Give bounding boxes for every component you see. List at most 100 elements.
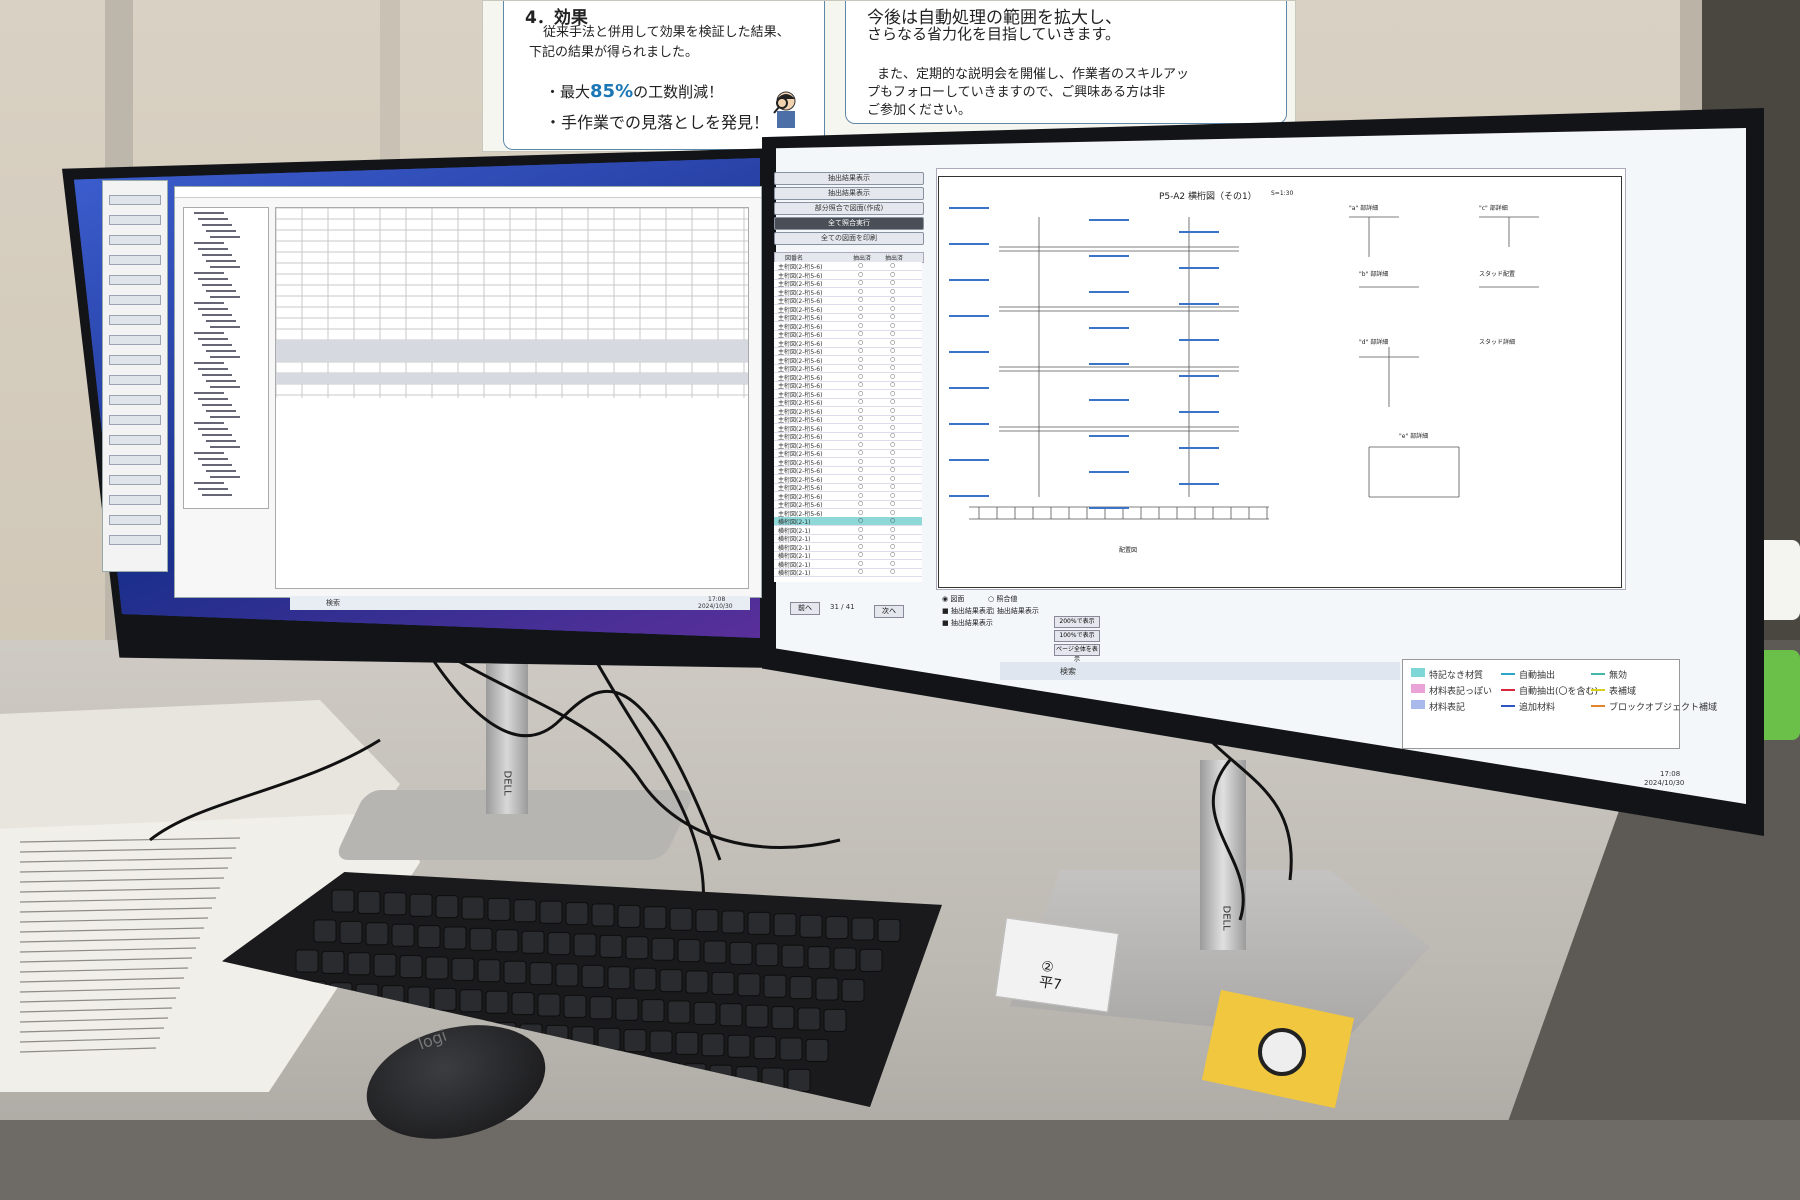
list-item-check-1[interactable]: ○ <box>858 330 863 337</box>
list-item-check-1[interactable]: ○ <box>858 517 863 524</box>
list-item-check-2[interactable]: ○ <box>890 432 895 439</box>
list-item-check-1[interactable]: ○ <box>858 424 863 431</box>
left-panel-button[interactable] <box>109 315 161 325</box>
list-item-check-2[interactable]: ○ <box>890 364 895 371</box>
list-item-check-1[interactable]: ○ <box>858 305 863 312</box>
list-item-check-2[interactable]: ○ <box>890 466 895 473</box>
list-item-check-2[interactable]: ○ <box>890 305 895 312</box>
left-panel-button[interactable] <box>109 415 161 425</box>
list-item-check-1[interactable]: ○ <box>858 458 863 465</box>
sidebar-button-0[interactable]: 抽出結果表示 <box>774 172 924 185</box>
left-panel-button[interactable] <box>109 335 161 345</box>
list-item-check-2[interactable]: ○ <box>890 322 895 329</box>
list-item-check-1[interactable]: ○ <box>858 475 863 482</box>
left-panel-button[interactable] <box>109 515 161 525</box>
list-item-check-1[interactable]: ○ <box>858 288 863 295</box>
list-item-check-1[interactable]: ○ <box>858 551 863 558</box>
left-panel-button[interactable] <box>109 475 161 485</box>
prev-button[interactable]: 前へ <box>790 602 820 615</box>
sidebar-button-1[interactable]: 抽出結果表示 <box>774 187 924 200</box>
list-item-check-1[interactable]: ○ <box>858 339 863 346</box>
list-item-check-2[interactable]: ○ <box>890 390 895 397</box>
list-item-check-2[interactable]: ○ <box>890 424 895 431</box>
list-item-check-2[interactable]: ○ <box>890 407 895 414</box>
list-item-check-2[interactable]: ○ <box>890 475 895 482</box>
left-panel-button[interactable] <box>109 215 161 225</box>
list-item-check-1[interactable]: ○ <box>858 415 863 422</box>
list-item-check-1[interactable]: ○ <box>858 568 863 575</box>
zoom-fit-button[interactable]: ページ全体を表示 <box>1054 644 1100 663</box>
list-item-check-2[interactable]: ○ <box>890 458 895 465</box>
list-item-check-2[interactable]: ○ <box>890 483 895 490</box>
list-item-check-2[interactable]: ○ <box>890 500 895 507</box>
list-item-check-1[interactable]: ○ <box>858 364 863 371</box>
list-item-check-2[interactable]: ○ <box>890 313 895 320</box>
list-item-check-2[interactable]: ○ <box>890 381 895 388</box>
sidebar-button-4[interactable]: 全ての図面を印刷 <box>774 232 924 245</box>
left-panel-button[interactable] <box>109 355 161 365</box>
list-item-check-1[interactable]: ○ <box>858 313 863 320</box>
list-item-check-1[interactable]: ○ <box>858 347 863 354</box>
list-item-check-1[interactable]: ○ <box>858 500 863 507</box>
left-panel-button[interactable] <box>109 295 161 305</box>
zoom-100-button[interactable]: 100%で表示 <box>1054 630 1100 642</box>
left-panel-button[interactable] <box>109 275 161 285</box>
left-panel-button[interactable] <box>109 255 161 265</box>
list-item-check-1[interactable]: ○ <box>858 407 863 414</box>
list-item-check-2[interactable]: ○ <box>890 288 895 295</box>
list-item-check-1[interactable]: ○ <box>858 279 863 286</box>
list-item-check-2[interactable]: ○ <box>890 373 895 380</box>
list-item-check-1[interactable]: ○ <box>858 390 863 397</box>
left-panel-button[interactable] <box>109 535 161 545</box>
list-item-check-1[interactable]: ○ <box>858 492 863 499</box>
left-panel-button[interactable] <box>109 455 161 465</box>
list-item-check-1[interactable]: ○ <box>858 271 863 278</box>
list-item-check-2[interactable]: ○ <box>890 415 895 422</box>
list-item-check-2[interactable]: ○ <box>890 526 895 533</box>
list-item-check-1[interactable]: ○ <box>858 560 863 567</box>
list-item-check-2[interactable]: ○ <box>890 517 895 524</box>
list-item-check-2[interactable]: ○ <box>890 330 895 337</box>
check-1[interactable]: ■ 抽出結果表示 <box>942 606 993 616</box>
list-item-check-1[interactable]: ○ <box>858 262 863 269</box>
list-item-check-1[interactable]: ○ <box>858 398 863 405</box>
list-item-check-2[interactable]: ○ <box>890 492 895 499</box>
list-item-check-2[interactable]: ○ <box>890 271 895 278</box>
list-item-check-2[interactable]: ○ <box>890 296 895 303</box>
list-item-check-1[interactable]: ○ <box>858 526 863 533</box>
list-item-check-2[interactable]: ○ <box>890 449 895 456</box>
left-panel-button[interactable] <box>109 375 161 385</box>
left-panel-button[interactable] <box>109 495 161 505</box>
list-item-check-2[interactable]: ○ <box>890 356 895 363</box>
left-panel-button[interactable] <box>109 395 161 405</box>
list-item-check-1[interactable]: ○ <box>858 534 863 541</box>
list-item-check-1[interactable]: ○ <box>858 432 863 439</box>
list-item-check-1[interactable]: ○ <box>858 322 863 329</box>
sidebar-button-3[interactable]: 全て照合実行 <box>774 217 924 230</box>
radio-check-value[interactable]: ○ 照合値 <box>988 594 1017 604</box>
list-item-check-1[interactable]: ○ <box>858 466 863 473</box>
list-item-check-2[interactable]: ○ <box>890 279 895 286</box>
list-item-check-2[interactable]: ○ <box>890 534 895 541</box>
list-item-check-2[interactable]: ○ <box>890 398 895 405</box>
list-item-check-1[interactable]: ○ <box>858 509 863 516</box>
check-3[interactable]: ■ 抽出結果表示 <box>942 618 993 628</box>
list-item-check-1[interactable]: ○ <box>858 449 863 456</box>
list-item-check-2[interactable]: ○ <box>890 509 895 516</box>
left-panel-button[interactable] <box>109 435 161 445</box>
left-panel-button[interactable] <box>109 235 161 245</box>
list-item-check-1[interactable]: ○ <box>858 543 863 550</box>
list-item-check-2[interactable]: ○ <box>890 441 895 448</box>
list-item-check-1[interactable]: ○ <box>858 296 863 303</box>
list-item-check-2[interactable]: ○ <box>890 339 895 346</box>
list-item-check-1[interactable]: ○ <box>858 483 863 490</box>
list-item-check-2[interactable]: ○ <box>890 262 895 269</box>
list-item-check-1[interactable]: ○ <box>858 356 863 363</box>
next-button[interactable]: 次へ <box>874 605 904 618</box>
list-item-check-1[interactable]: ○ <box>858 373 863 380</box>
sidebar-button-2[interactable]: 部分照合で図面(作成) <box>774 202 924 215</box>
list-item-check-2[interactable]: ○ <box>890 543 895 550</box>
check-2[interactable]: □ 抽出結果表示 <box>988 606 1039 616</box>
left-panel-button[interactable] <box>109 195 161 205</box>
zoom-200-button[interactable]: 200%で表示 <box>1054 616 1100 628</box>
